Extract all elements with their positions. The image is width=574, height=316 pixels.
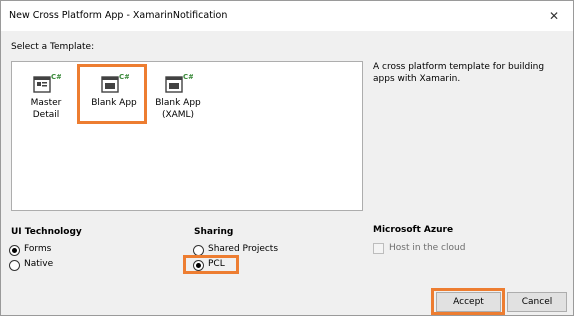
accept-selection-highlight (431, 288, 505, 315)
new-app-dialog: New Cross Platform App - XamarinNotifica… (0, 0, 574, 316)
host-in-cloud-checkbox[interactable] (373, 243, 384, 254)
template-description: A cross platform template for building a… (373, 62, 545, 84)
host-in-cloud-label[interactable]: Host in the cloud (389, 243, 465, 253)
select-template-heading: Select a Template: (11, 42, 95, 52)
cancel-button[interactable]: Cancel (507, 292, 567, 312)
close-icon[interactable]: ✕ (542, 6, 566, 26)
pcl-selection-highlight (183, 255, 239, 274)
native-label[interactable]: Native (24, 259, 53, 269)
sharing-heading: Sharing (194, 227, 234, 237)
shared-projects-label[interactable]: Shared Projects (208, 244, 278, 254)
blank-app-selection-highlight (77, 64, 147, 124)
master-detail-template-icon: C# (33, 73, 61, 93)
native-radio[interactable] (9, 260, 20, 271)
template-list: C# Master Detail C# Blank App C# Blank A… (11, 61, 363, 211)
ui-technology-heading: UI Technology (11, 227, 82, 237)
svg-text:C#: C# (183, 73, 193, 81)
template-item-master-detail[interactable]: C# Master Detail (16, 72, 76, 121)
template-label: Master Detail (30, 98, 62, 120)
forms-label[interactable]: Forms (24, 244, 51, 254)
template-label: Blank App (XAML) (155, 98, 201, 120)
template-item-blank-app-xaml[interactable]: C# Blank App (XAML) (148, 72, 208, 121)
title-bar: New Cross Platform App - XamarinNotifica… (1, 1, 573, 31)
azure-heading: Microsoft Azure (373, 225, 454, 235)
window-title: New Cross Platform App - XamarinNotifica… (9, 10, 228, 21)
svg-text:C#: C# (51, 73, 61, 81)
forms-radio[interactable] (9, 245, 20, 256)
blank-app-xaml-template-icon: C# (165, 73, 193, 93)
